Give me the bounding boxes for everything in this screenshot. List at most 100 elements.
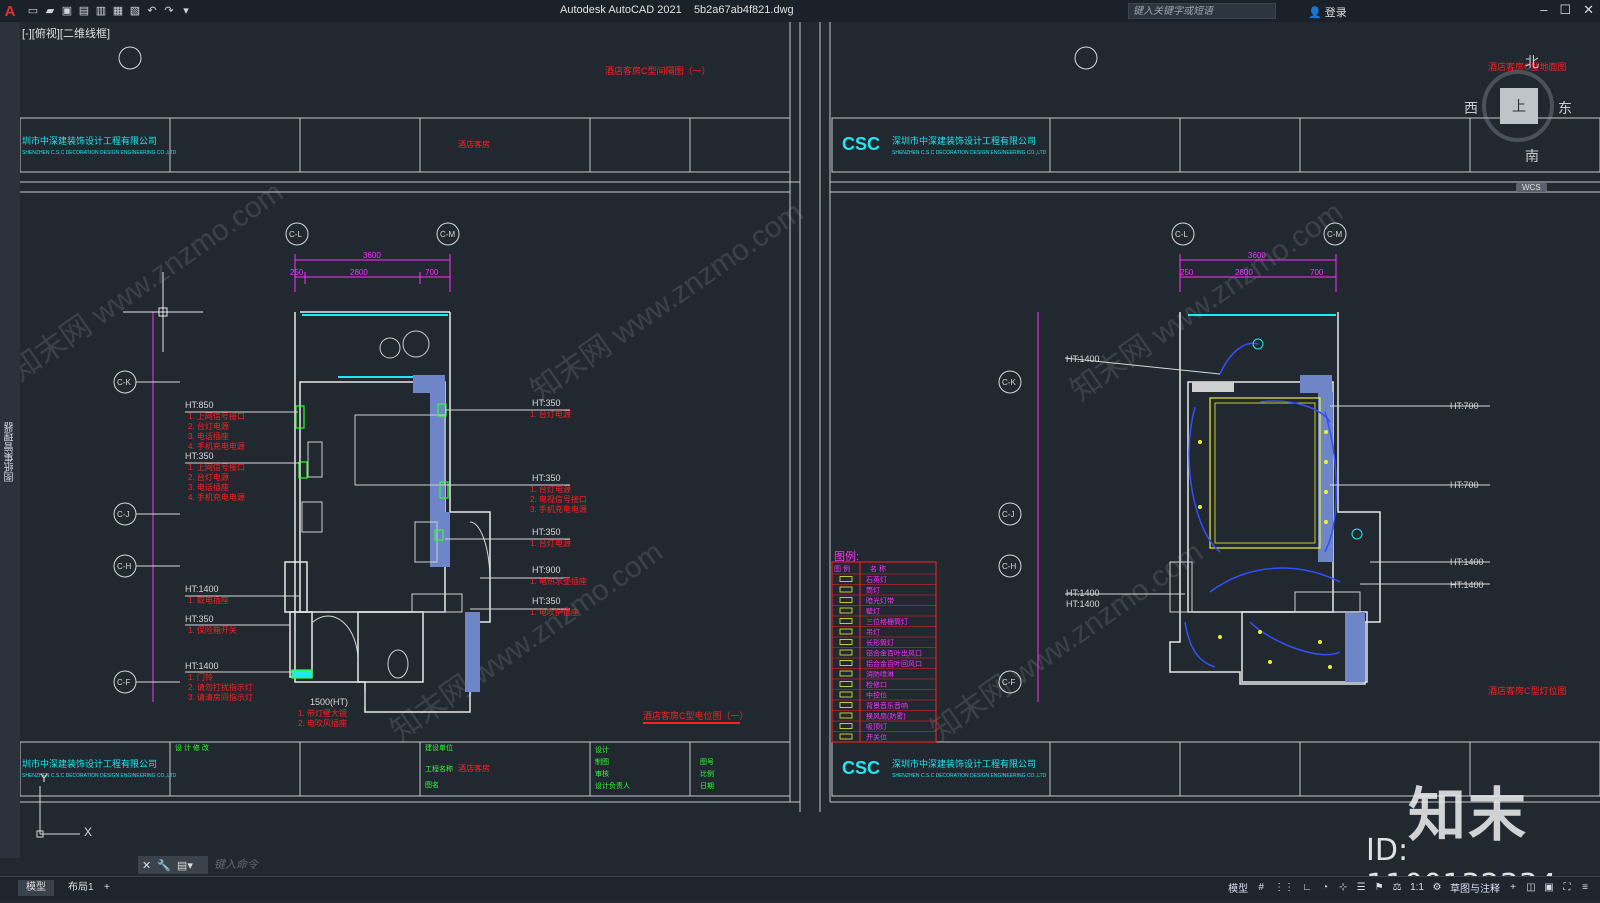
- legend-symbol: [839, 681, 853, 687]
- legend-symbol: [839, 649, 853, 656]
- command-line-buttons: ✕ 🔧 ▤▾: [138, 856, 208, 874]
- csc-logo-bottom-right: CSC: [842, 758, 880, 778]
- command-input[interactable]: 键入命令: [210, 856, 1600, 874]
- viewcube-north[interactable]: 北: [1525, 52, 1539, 72]
- print-icon[interactable]: ▧: [128, 4, 142, 18]
- legend-header-name: 名 称: [870, 564, 886, 573]
- left-note-ht: HT:350: [185, 614, 214, 624]
- left-note-item: 3. 电话插座: [188, 482, 229, 492]
- tab-model[interactable]: 模型: [18, 880, 54, 896]
- legend-item-name: 中控位: [866, 691, 887, 700]
- close-command-icon[interactable]: ✕: [142, 859, 151, 872]
- left-note-item: 3. 请清房间指示灯: [188, 692, 253, 702]
- fullscreen-icon[interactable]: ⛶: [1562, 882, 1572, 893]
- left-note-item: 1. 门铃: [188, 672, 213, 682]
- left-note-item: 1. 保险箱开关: [188, 625, 237, 635]
- legend-symbol: [839, 712, 853, 719]
- tb-drawing-no: 图号: [700, 758, 714, 766]
- right-dim-left: 250: [1180, 268, 1194, 277]
- sheet-set-palette-strip[interactable]: 图纸集管理器: [0, 22, 21, 858]
- left-dim-left: 250: [290, 268, 304, 277]
- customize-command-icon[interactable]: 🔧: [157, 859, 171, 872]
- legend-symbol: [839, 576, 853, 582]
- login-button[interactable]: 👤 登录: [1308, 4, 1347, 20]
- left-notes-group: HT:8501. 上网信号接口2. 台灯电源3. 电话插座4. 手机充电电源HT…: [185, 400, 253, 702]
- legend-item-name: 检修口: [866, 680, 887, 689]
- legend-table: 图例: 图 例 名 称 石英灯筒灯暗光灯带壁灯三位格栅筒灯吊灯长形筒灯铝合金百叶…: [831, 549, 937, 743]
- left-note-item: 2. 台灯电源: [188, 472, 229, 482]
- open-file-icon[interactable]: ▰: [43, 4, 57, 18]
- legend-item-name: 背景音乐音响: [866, 701, 908, 710]
- annotation-visibility-icon[interactable]: ⚑: [1374, 882, 1384, 893]
- snap-icon[interactable]: ⋮⋮: [1274, 882, 1294, 893]
- left-note-item: 4. 手机充电电源: [188, 492, 245, 502]
- grid-label-ch-right: C-H: [1002, 562, 1016, 571]
- left-note-ht: HT:850: [185, 400, 214, 410]
- autocad-logo-icon[interactable]: A: [0, 0, 20, 22]
- tb-date: 日期: [700, 782, 714, 790]
- minimize-button[interactable]: –: [1540, 2, 1547, 18]
- add-layout-button[interactable]: +: [96, 880, 118, 896]
- company-en-bottom-right: SHENZHEN C.S.C DECORATION DESIGN ENGINEE…: [892, 773, 1047, 779]
- recent-commands-icon[interactable]: ▤▾: [177, 859, 193, 872]
- status-tools: 模型 # ⋮⋮ ∟ ◔ ⊹ ☰ ⚑ ⚖ 1:1 ⚙ 草图与注释 + ◫ ▣ ⛶ …: [1228, 880, 1590, 895]
- save-as-icon[interactable]: ▤: [77, 4, 91, 18]
- ortho-icon[interactable]: ∟: [1302, 882, 1312, 893]
- save-icon[interactable]: ▣: [60, 4, 74, 18]
- viewcube[interactable]: 上 北 南 东 西: [1462, 54, 1574, 164]
- left-dim-mid: 2800: [350, 268, 368, 277]
- left-note-ht: HT:1400: [185, 584, 219, 594]
- project-name-top-left: 酒店客房: [458, 139, 490, 149]
- sheet-borders: [20, 22, 1600, 812]
- grid-label-cm-right: C-M: [1327, 230, 1342, 239]
- right-note-ht: HT:900: [532, 565, 561, 575]
- company-name-top-right: 深圳市中深建装饰设计工程有限公司: [892, 135, 1036, 146]
- quick-access-toolbar: ▭ ▰ ▣ ▤ ▥ ▦ ▧ ↶ ↷ ▾: [26, 4, 193, 18]
- grid-label-cf-right: C-F: [1002, 678, 1015, 687]
- lineweight-icon[interactable]: ☰: [1356, 882, 1366, 893]
- polar-icon[interactable]: ◔: [1320, 882, 1330, 893]
- close-button[interactable]: ✕: [1583, 2, 1594, 18]
- legend-symbol: [839, 628, 853, 635]
- search-input[interactable]: 键入关键字或短语: [1128, 3, 1276, 19]
- right-note-item: 1. 电吹护插座: [530, 607, 579, 617]
- open-web-icon[interactable]: ▥: [94, 4, 108, 18]
- viewcube-west[interactable]: 西: [1464, 98, 1478, 118]
- bottom-note-ht: 1500(HT): [310, 697, 348, 707]
- viewcube-top-face[interactable]: 上: [1500, 88, 1538, 124]
- workspace-switch[interactable]: 草图与注释: [1450, 880, 1500, 895]
- osnap-icon[interactable]: ⊹: [1338, 882, 1348, 893]
- new-file-icon[interactable]: ▭: [26, 4, 40, 18]
- legend-header-symbol: 图 例: [834, 564, 850, 573]
- customize-menu-icon[interactable]: ≡: [1580, 882, 1590, 893]
- wcs-menu[interactable]: WCS: [1516, 183, 1547, 192]
- redo-icon[interactable]: ↷: [162, 4, 176, 18]
- maximize-button[interactable]: ☐: [1559, 2, 1571, 18]
- company-en-top-left: SHENZHEN C.S.C DECORATION DESIGN ENGINEE…: [22, 150, 177, 156]
- legend-symbol: [839, 733, 853, 740]
- isolate-icon[interactable]: ◫: [1526, 882, 1536, 893]
- drawing-viewport[interactable]: 知末网 www.znzmo.com 知末网 www.znzmo.com 知末网 …: [20, 22, 1600, 858]
- right-dim-mid: 2800: [1235, 268, 1253, 277]
- grid-label-cl: C-L: [289, 230, 302, 239]
- hardware-accel-icon[interactable]: ▣: [1544, 882, 1554, 893]
- viewcube-south[interactable]: 南: [1525, 146, 1539, 166]
- gear-icon[interactable]: ⚙: [1432, 882, 1442, 893]
- bottom-note-item-1: 1. 带灯壁大镜: [298, 708, 347, 718]
- viewport-controls-label[interactable]: [-][俯视][二维线框]: [22, 25, 110, 41]
- annotation-scale-value[interactable]: 1:1: [1410, 882, 1424, 893]
- model-space-button[interactable]: 模型: [1228, 880, 1248, 895]
- watermark-diag-5: 知末网 www.znzmo.com: [925, 535, 1209, 748]
- customize-dropdown-icon[interactable]: ▾: [179, 4, 193, 18]
- save-web-icon[interactable]: ▦: [111, 4, 125, 18]
- annotation-scale-icon[interactable]: ⚖: [1392, 882, 1402, 893]
- drawing-canvas[interactable]: 知末网 www.znzmo.com 知末网 www.znzmo.com 知末网 …: [20, 22, 1600, 858]
- left-top-title: 酒店客房C型间隔图（一）: [605, 65, 711, 76]
- grid-icon[interactable]: #: [1256, 882, 1266, 893]
- legend-symbol: [839, 691, 853, 698]
- legend-symbol: [839, 723, 853, 729]
- viewcube-east[interactable]: 东: [1558, 98, 1572, 118]
- undo-icon[interactable]: ↶: [145, 4, 159, 18]
- grid-label-cj: C-J: [117, 510, 129, 519]
- add-icon[interactable]: +: [1508, 882, 1518, 893]
